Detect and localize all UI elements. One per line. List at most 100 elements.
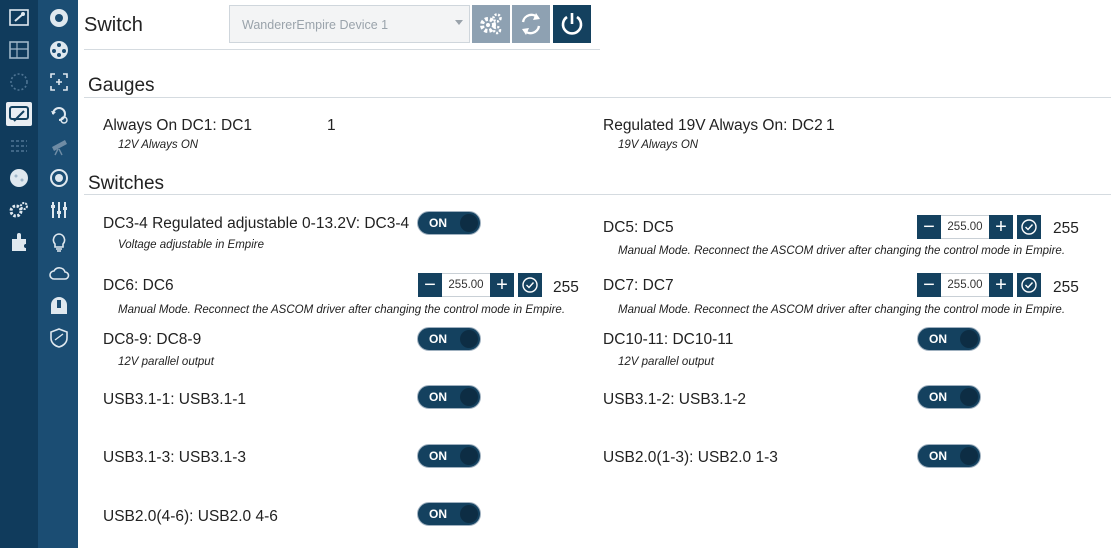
telescope-icon[interactable] — [46, 134, 72, 158]
toggle-label: ON — [929, 449, 947, 463]
page-title: Switch — [84, 14, 143, 36]
switch-description: Manual Mode. Reconnect the ASCOM driver … — [618, 304, 1066, 316]
toggle-switch[interactable]: ON — [417, 444, 481, 468]
switch-label: DC5: DC5 — [603, 219, 674, 236]
switch-label: USB3.1-1: USB3.1-1 — [103, 391, 247, 408]
decrement-button[interactable]: − — [418, 273, 442, 297]
toggle-knob — [460, 505, 478, 523]
device-select-value: WandererEmpire Device 1 — [242, 18, 389, 32]
disconnect-button[interactable] — [553, 5, 591, 43]
options-icon[interactable] — [6, 134, 32, 158]
decrement-button[interactable]: − — [917, 215, 941, 239]
value-stepper: − 255.00 + — [917, 273, 1041, 297]
toggle-label: ON — [429, 216, 447, 230]
gauges-divider — [84, 97, 1111, 98]
toggle-label: ON — [429, 390, 447, 404]
equipment-icon[interactable] — [6, 6, 32, 30]
sky-atlas-icon[interactable] — [6, 70, 32, 94]
switch-label: DC8-9: DC8-9 — [103, 331, 202, 348]
toggle-knob — [960, 388, 978, 406]
value-field[interactable]: 255.00 — [941, 215, 989, 239]
switch-label: USB2.0(4-6): USB2.0 4-6 — [103, 508, 278, 525]
device-select[interactable]: WandererEmpire Device 1 — [229, 5, 470, 43]
decrement-button[interactable]: − — [917, 273, 941, 297]
toggle-label: ON — [429, 507, 447, 521]
value-field[interactable]: 255.00 — [941, 273, 989, 297]
gauges-heading: Gauges — [88, 75, 155, 96]
switches-divider — [84, 194, 1111, 195]
check-circle-icon — [1021, 219, 1037, 235]
header-divider — [84, 49, 600, 50]
gauge-value: 1 — [327, 117, 336, 134]
switch-description: 12V parallel output — [618, 356, 714, 368]
equipment-nav-rail — [38, 0, 78, 548]
device-settings-button[interactable] — [472, 5, 510, 43]
switch-label: DC6: DC6 — [103, 277, 174, 294]
toggle-knob — [460, 214, 478, 232]
apply-button[interactable] — [1017, 273, 1041, 297]
switch-label: USB3.1-2: USB3.1-2 — [603, 391, 747, 408]
switch-icon[interactable] — [46, 198, 72, 222]
apply-button[interactable] — [518, 273, 542, 297]
globe-icon[interactable] — [6, 166, 32, 190]
switch-label: DC3-4 Regulated adjustable 0-13.2V: DC3-… — [103, 215, 410, 232]
apply-button[interactable] — [1017, 215, 1041, 239]
increment-button[interactable]: + — [989, 273, 1013, 297]
switch-label: USB2.0(1-3): USB2.0 1-3 — [603, 449, 778, 466]
toggle-switch[interactable]: ON — [417, 385, 481, 409]
check-circle-icon — [1021, 277, 1037, 293]
weather-icon[interactable] — [46, 262, 72, 286]
gauge-label: Regulated 19V Always On: DC2 — [603, 117, 823, 134]
value-field[interactable]: 255.00 — [442, 273, 490, 297]
switch-description: Manual Mode. Reconnect the ASCOM driver … — [118, 304, 566, 316]
toggle-switch[interactable]: ON — [417, 211, 481, 235]
toggle-switch[interactable]: ON — [417, 327, 481, 351]
toggle-knob — [460, 388, 478, 406]
refresh-icon — [521, 13, 541, 35]
toggle-switch[interactable]: ON — [417, 502, 481, 526]
switch-value: 255 — [1053, 279, 1079, 296]
switch-label: DC7: DC7 — [603, 277, 674, 294]
camera-icon[interactable] — [46, 6, 72, 30]
primary-nav-rail — [0, 0, 38, 548]
filter-wheel-icon[interactable] — [46, 38, 72, 62]
rotator-icon[interactable] — [46, 102, 72, 126]
dome-icon[interactable] — [46, 294, 72, 318]
toggle-label: ON — [929, 332, 947, 346]
toggle-switch[interactable]: ON — [917, 385, 981, 409]
gauge-label: Always On DC1: DC1 — [103, 117, 253, 134]
toggle-knob — [960, 330, 978, 348]
toggle-label: ON — [429, 449, 447, 463]
imaging-icon[interactable] — [6, 102, 32, 126]
toggle-switch[interactable]: ON — [917, 444, 981, 468]
plugins-icon[interactable] — [6, 230, 32, 254]
increment-button[interactable]: + — [490, 273, 514, 297]
switch-description: Voltage adjustable in Empire — [118, 239, 264, 251]
check-circle-icon — [522, 277, 538, 293]
toggle-knob — [960, 447, 978, 465]
flat-device-icon[interactable] — [46, 230, 72, 254]
switch-label: DC10-11: DC10-11 — [603, 331, 734, 348]
safety-monitor-icon[interactable] — [46, 326, 72, 350]
gauge-description: 12V Always ON — [118, 139, 199, 151]
guider-icon[interactable] — [46, 166, 72, 190]
switch-description: Manual Mode. Reconnect the ASCOM driver … — [618, 245, 1066, 257]
toggle-label: ON — [929, 390, 947, 404]
toggle-switch[interactable]: ON — [917, 327, 981, 351]
rescan-button[interactable] — [512, 5, 550, 43]
chevron-down-icon — [455, 20, 463, 25]
increment-button[interactable]: + — [989, 215, 1013, 239]
switch-value: 255 — [553, 279, 579, 296]
gears-icon — [480, 13, 502, 35]
map-icon[interactable] — [6, 38, 32, 62]
switch-label: USB3.1-3: USB3.1-3 — [103, 449, 247, 466]
settings-icon[interactable] — [6, 198, 32, 222]
switch-description: 12V parallel output — [118, 356, 214, 368]
toggle-label: ON — [429, 332, 447, 346]
switches-heading: Switches — [88, 173, 165, 194]
toggle-knob — [460, 447, 478, 465]
value-stepper: − 255.00 + — [418, 273, 542, 297]
switch-value: 255 — [1053, 220, 1079, 237]
gauge-value: 1 — [826, 117, 835, 134]
focuser-icon[interactable] — [46, 70, 72, 94]
